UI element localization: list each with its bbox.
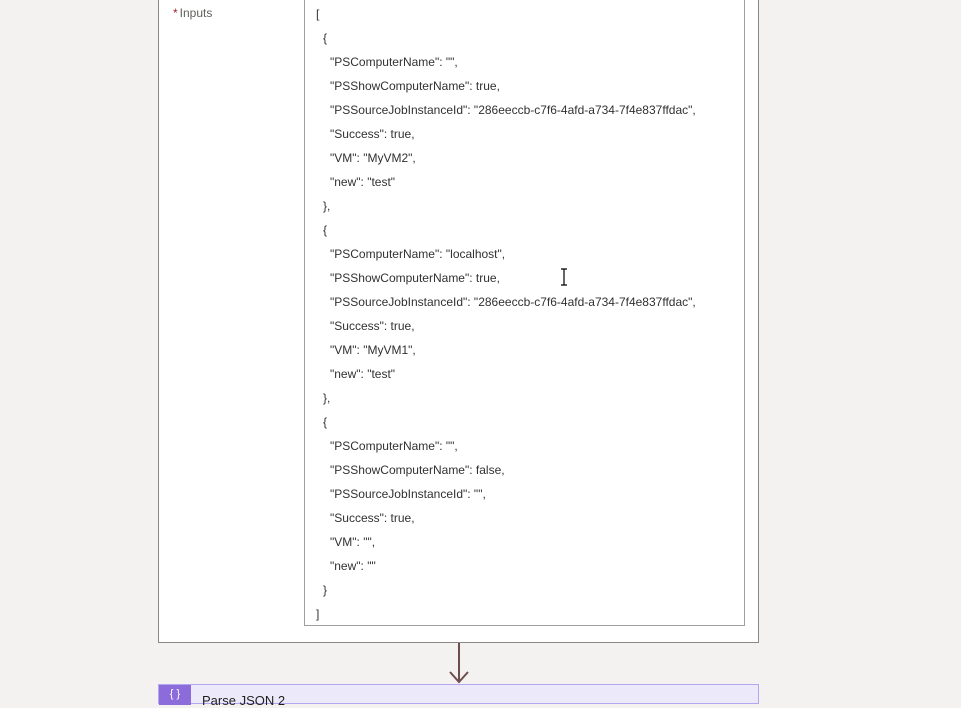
code-line: "PSComputerName": "",: [330, 55, 458, 69]
code-line: },: [323, 199, 331, 213]
code-line: "Success": true,: [330, 511, 415, 525]
code-line: ]: [316, 607, 320, 621]
code-line: "PSShowComputerName": true,: [330, 79, 500, 93]
code-line: "new": "": [330, 559, 376, 573]
code-line: "PSSourceJobInstanceId": "286eeccb-c7f6-…: [330, 295, 696, 309]
code-line: {: [323, 31, 328, 45]
code-line: "new": "test": [330, 175, 396, 189]
code-line: "Success": true,: [330, 127, 415, 141]
required-marker: *: [173, 6, 178, 20]
code-line: "VM": "",: [330, 535, 376, 549]
code-line: "PSComputerName": "localhost",: [330, 247, 506, 261]
inputs-editor[interactable]: [{"PSComputerName": "", "PSShowComputerNa…: [304, 0, 745, 626]
code-line: "PSShowComputerName": false,: [330, 463, 505, 477]
code-line: "new": "test": [330, 367, 396, 381]
code-line: "PSShowComputerName": true,: [330, 271, 500, 285]
code-line: "PSSourceJobInstanceId": "",: [330, 487, 486, 501]
code-line: {: [323, 223, 328, 237]
parse-json-2-card[interactable]: { } Parse JSON 2: [158, 684, 759, 708]
code-line: {: [323, 415, 328, 429]
inputs-label: * Inputs: [173, 6, 212, 20]
curly-braces-icon: { }: [159, 685, 191, 705]
code-line: [: [316, 7, 320, 21]
code-line: }: [323, 583, 328, 597]
code-line: "VM": "MyVM1",: [330, 343, 416, 357]
text-cursor-icon: [561, 268, 567, 286]
code-line: "VM": "MyVM2",: [330, 151, 416, 165]
code-line: },: [323, 391, 331, 405]
code-line: "Success": true,: [330, 319, 415, 333]
code-line: "PSSourceJobInstanceId": "286eeccb-c7f6-…: [330, 103, 696, 117]
connector-arrow-icon: [449, 643, 469, 684]
parse-json-2-title: Parse JSON 2: [202, 693, 286, 708]
inputs-label-text: Inputs: [179, 6, 213, 20]
code-line: "PSComputerName": "",: [330, 439, 458, 453]
compose-action-card: * Inputs [{"PSComputerName": "", "PSShowCo…: [158, 0, 759, 643]
